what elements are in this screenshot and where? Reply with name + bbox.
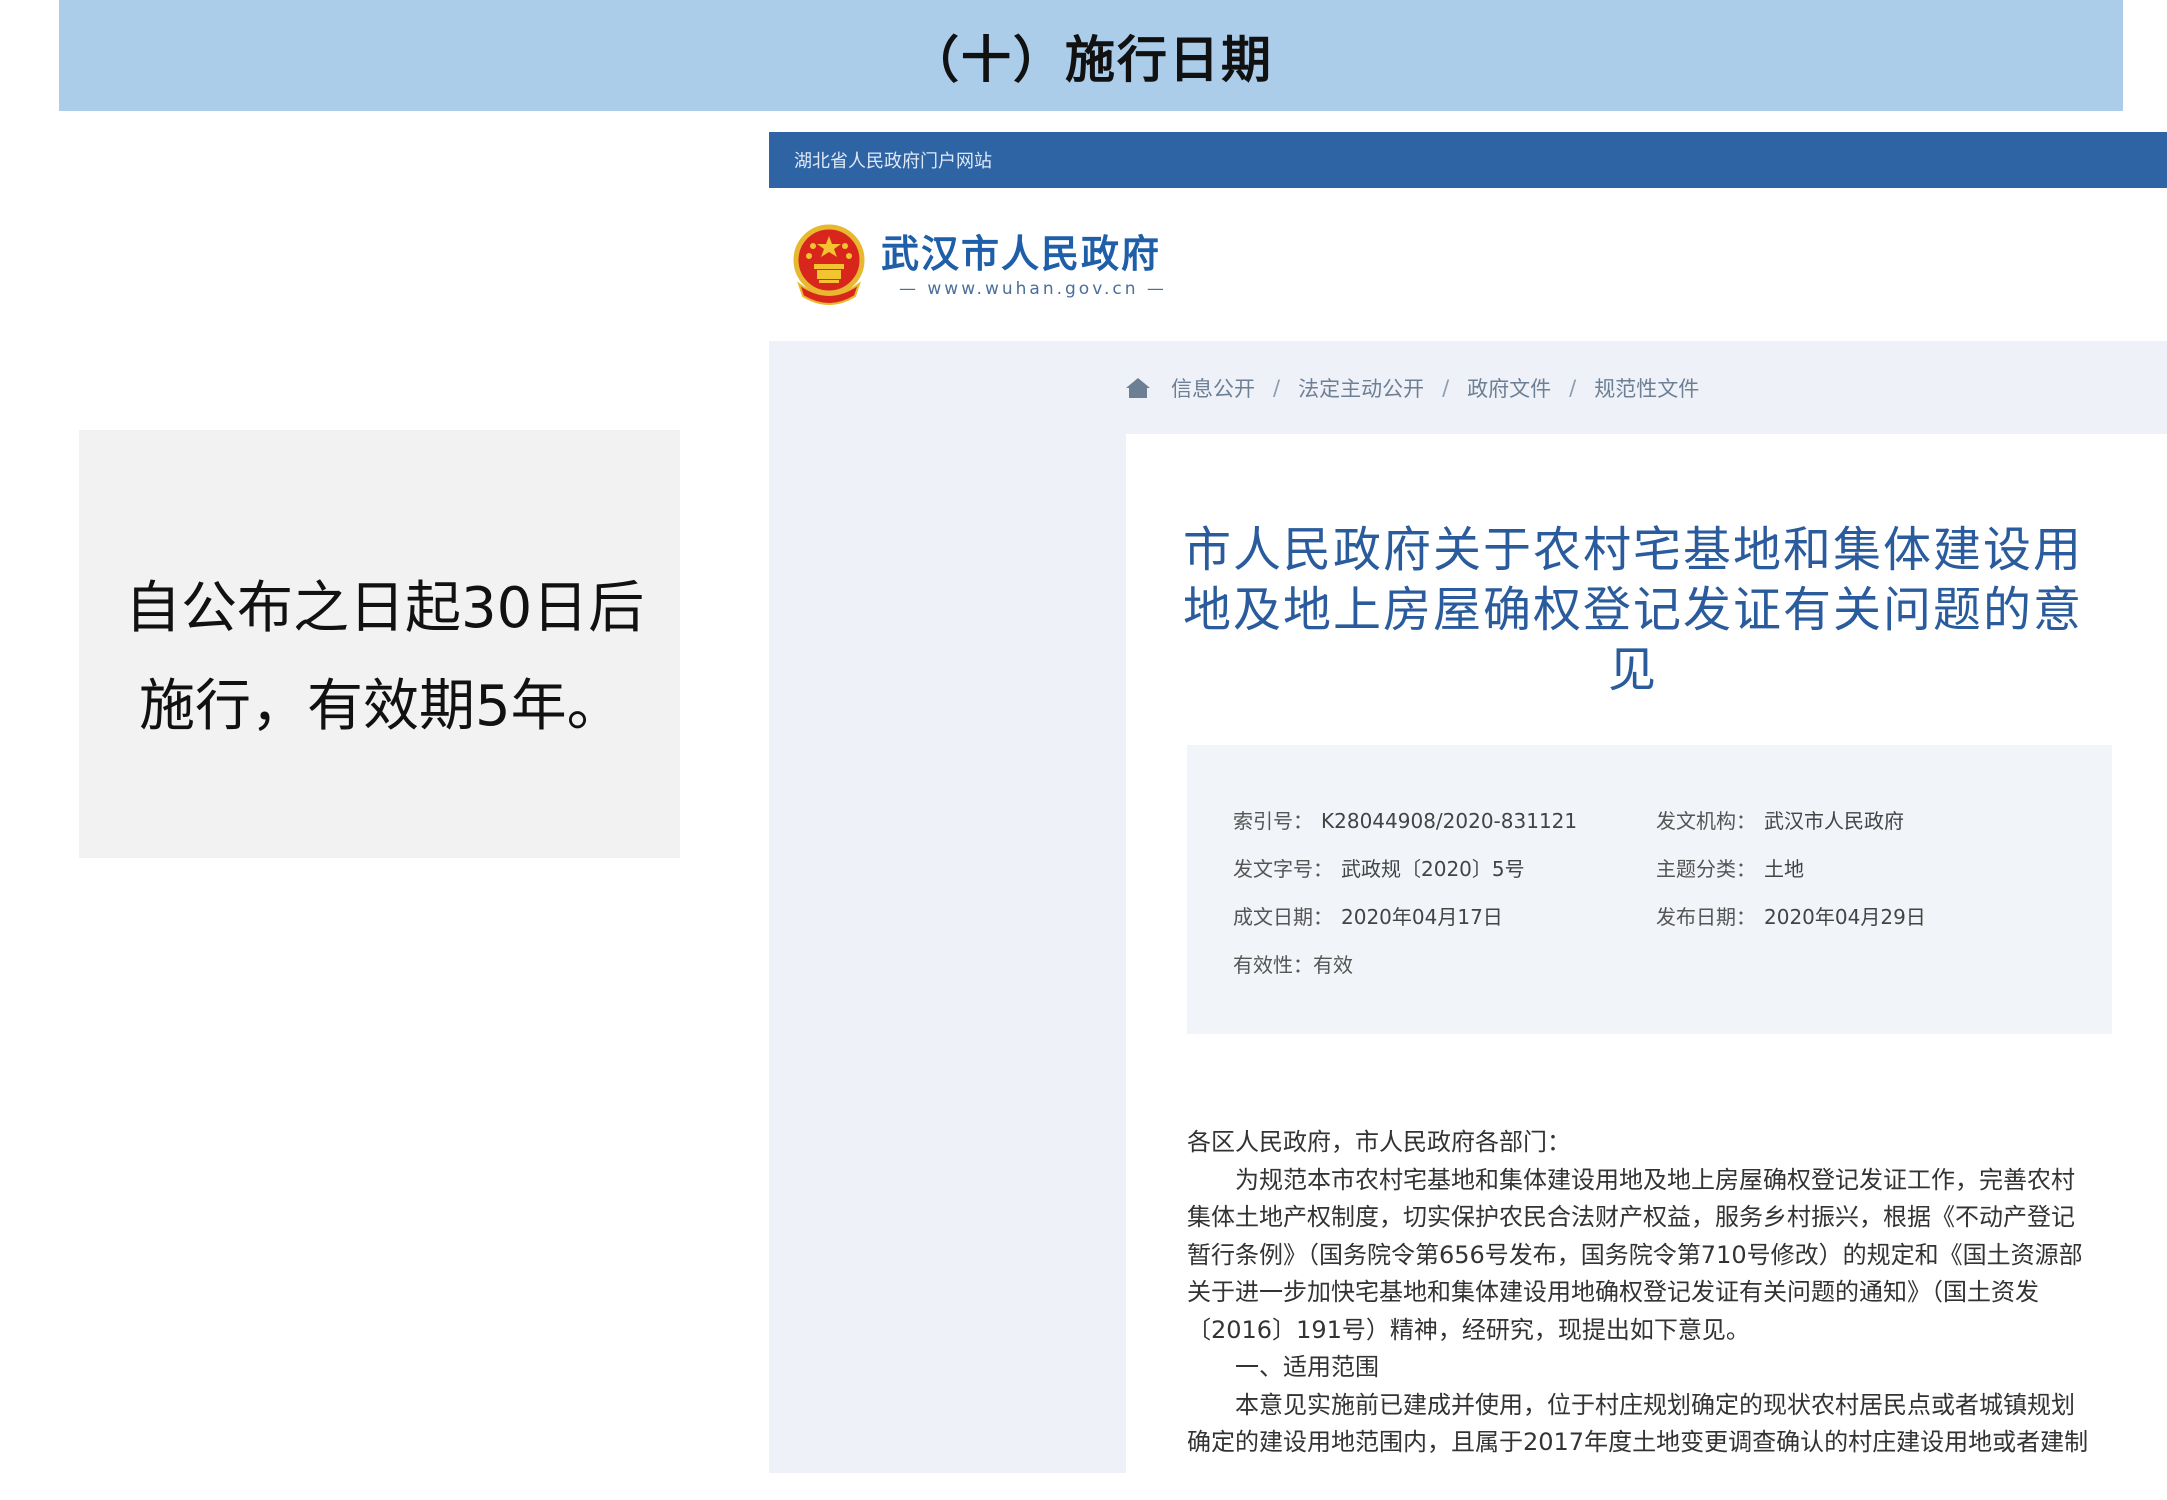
body-salutation: 各区人民政府，市人民政府各部门： — [1187, 1128, 1571, 1156]
meta-row: 成文日期： 2020年04月17日 发布日期： 2020年04月29日 — [1233, 891, 2112, 939]
body-paragraph: 为规范本市农村宅基地和集体建设用地及地上房屋确权登记发证工作，完善农村集体土地产… — [1187, 1165, 2083, 1344]
breadcrumb-item-info-public[interactable]: 信息公开 — [1171, 373, 1255, 403]
meta-doc-no: 发文字号： 武政规〔2020〕5号 — [1233, 856, 1525, 881]
brand-name: 武汉市人民政府 — [881, 231, 1162, 276]
website-screenshot: 湖北省人民政府门户网站 武汉市人民政府 — www.wuhan.gov.cn — — [769, 132, 2167, 1473]
article-panel: 市人民政府关于农村宅基地和集体建设用地及地上房屋确权登记发证有关问题的意见 索引… — [1126, 434, 2167, 1473]
site-header: 武汉市人民政府 — www.wuhan.gov.cn — — [769, 188, 2167, 341]
breadcrumb-separator: / — [1273, 376, 1281, 400]
meta-created-date: 成文日期： 2020年04月17日 — [1233, 904, 1503, 929]
document-meta: 索引号： K28044908/2020-831121 发文机构： 武汉市人民政府 发… — [1187, 745, 2112, 1034]
breadcrumb-item-normative-docs[interactable]: 规范性文件 — [1594, 373, 1699, 403]
document-body: 各区人民政府，市人民政府各部门： 为规范本市农村宅基地和集体建设用地及地上房屋确… — [1187, 1124, 2097, 1462]
portal-bar: 湖北省人民政府门户网站 — [769, 132, 2167, 188]
callout-line-2: 施行，有效期5年。 — [139, 674, 623, 739]
meta-index-no: 索引号： K28044908/2020-831121 — [1233, 808, 1578, 833]
meta-topic: 主题分类： 土地 — [1656, 856, 1804, 881]
meta-row: 索引号： K28044908/2020-831121 发文机构： 武汉市人民政府 — [1233, 795, 2112, 843]
slide-title: （十）施行日期 — [909, 30, 1273, 89]
portal-link[interactable]: 湖北省人民政府门户网站 — [794, 147, 992, 173]
meta-row: 发文字号： 武政规〔2020〕5号 主题分类： 土地 — [1233, 843, 2112, 891]
meta-row: 有效性：有效 — [1233, 939, 2112, 987]
home-icon[interactable] — [1125, 376, 1151, 400]
document-title: 市人民政府关于农村宅基地和集体建设用地及地上房屋确权登记发证有关问题的意见 — [1182, 522, 2083, 698]
breadcrumb-separator: / — [1569, 376, 1577, 400]
breadcrumb-item-statutory-public[interactable]: 法定主动公开 — [1298, 373, 1424, 403]
breadcrumb-separator: / — [1442, 376, 1450, 400]
national-emblem-icon — [793, 224, 865, 305]
slide: （十）施行日期 自公布之日起30日后 施行，有效期5年。 湖北省人民政府门户网站 — [0, 0, 2167, 1500]
meta-published-date: 发布日期： 2020年04月29日 — [1656, 904, 1926, 929]
breadcrumb: 信息公开 / 法定主动公开 / 政府文件 / 规范性文件 — [1125, 368, 1699, 408]
callout-box: 自公布之日起30日后 施行，有效期5年。 — [79, 430, 680, 858]
title-bar: （十）施行日期 — [59, 0, 2123, 111]
brand-url: — www.wuhan.gov.cn — — [899, 278, 1167, 299]
brand[interactable]: 武汉市人民政府 — www.wuhan.gov.cn — — [881, 231, 1167, 299]
meta-validity: 有效性：有效 — [1233, 952, 1353, 977]
meta-issuer: 发文机构： 武汉市人民政府 — [1656, 808, 1904, 833]
callout-line-1: 自公布之日起30日后 — [125, 576, 645, 641]
body-section-heading: 一、适用范围 — [1235, 1353, 1379, 1381]
breadcrumb-item-gov-docs[interactable]: 政府文件 — [1467, 373, 1551, 403]
body-paragraph: 本意见实施前已建成并使用，位于村庄规划确定的现状农村居民点或者城镇规划确定的建设… — [1187, 1390, 2089, 1457]
